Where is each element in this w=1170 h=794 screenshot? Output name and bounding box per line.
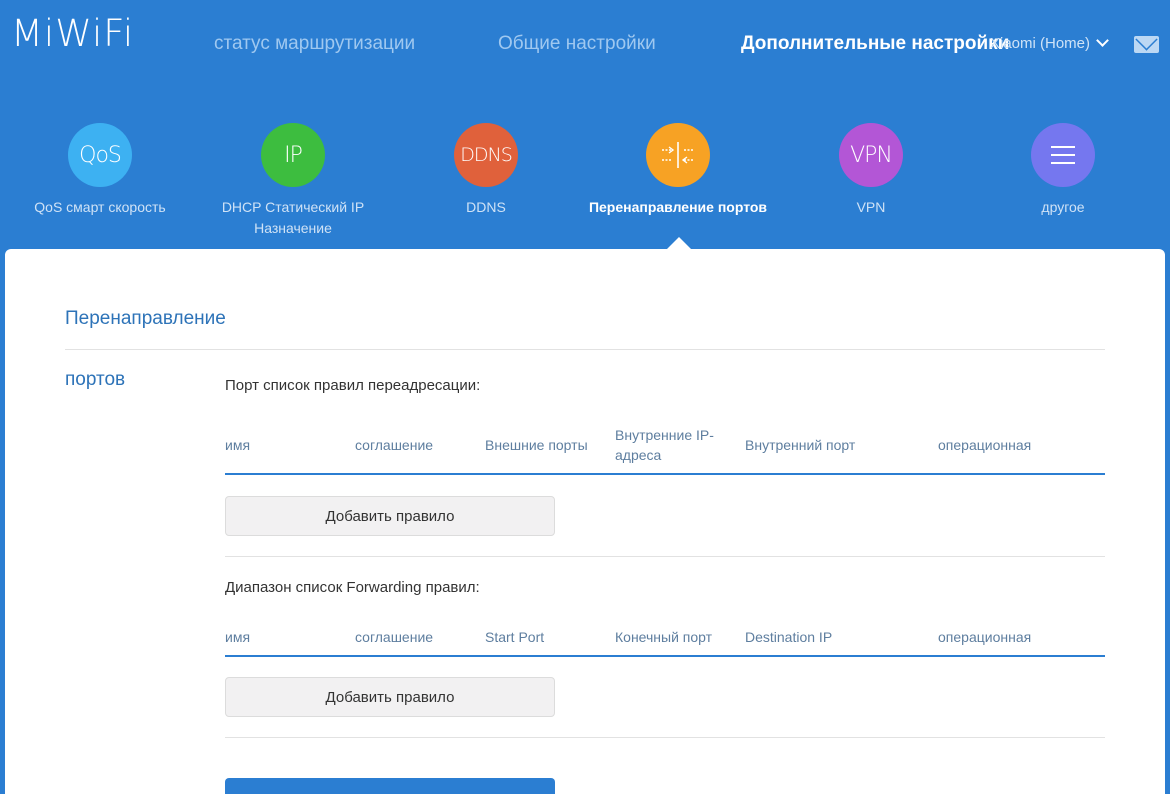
ddns-icon: DDNS <box>454 123 518 187</box>
menu-lines-icon <box>1031 123 1095 187</box>
range-rules-header: имя соглашение Start Port Конечный порт … <box>225 619 1105 657</box>
col-name: имя <box>225 629 251 645</box>
col-operation: операционная <box>938 437 1032 453</box>
add-port-rule-button[interactable]: Добавить правило <box>225 496 555 536</box>
feature-ddns[interactable]: DDNS DDNS <box>391 123 581 218</box>
feature-vpn-label: VPN <box>856 199 886 215</box>
feature-dhcp-label: DHCP Статический IP Назначение <box>221 199 365 236</box>
qos-icon: QoS <box>68 123 132 187</box>
feature-other-label: другое <box>1041 199 1085 215</box>
save-button[interactable] <box>225 778 555 794</box>
port-rules-title: Порт список правил переадресации: <box>225 377 481 394</box>
port-forward-arrows-icon <box>646 123 710 187</box>
divider <box>65 349 1105 350</box>
chevron-down-icon <box>1096 34 1109 47</box>
top-header: MiWiFi статус маршрутизации Общие настро… <box>0 0 1170 90</box>
mail-icon[interactable] <box>1134 36 1159 53</box>
miwifi-logo[interactable]: MiWiFi <box>11 15 134 52</box>
col-operation: операционная <box>938 629 1032 645</box>
col-start-port: Start Port <box>485 629 545 645</box>
ip-icon: IP <box>261 123 325 187</box>
nav-advanced-settings[interactable]: Дополнительные настройки <box>741 33 1009 55</box>
col-end-port: Конечный порт <box>615 629 713 645</box>
feature-other[interactable]: другое <box>968 123 1158 218</box>
col-destination-ip: Destination IP <box>745 629 833 645</box>
port-rules-header: имя соглашение Внешние порты Внутренние … <box>225 419 1105 475</box>
range-rules-title: Диапазон список Forwarding правил: <box>225 579 480 596</box>
nav-router-status[interactable]: статус маршрутизации <box>214 33 415 55</box>
side-title-line-1: Перенаправление <box>65 308 226 329</box>
feature-port-forwarding[interactable]: Перенаправление портов <box>583 123 773 218</box>
nav-general-settings[interactable]: Общие настройки <box>498 33 656 55</box>
router-selector[interactable]: Xiaomi (Home) <box>990 34 1109 52</box>
vpn-icon: VPN <box>839 123 903 187</box>
divider <box>225 737 1105 738</box>
feature-port-forwarding-label: Перенаправление портов <box>588 199 768 215</box>
feature-dhcp-static-ip[interactable]: IP DHCP Статический IP Назначение <box>198 123 388 239</box>
col-protocol: соглашение <box>355 437 434 453</box>
col-name: имя <box>225 437 251 453</box>
feature-vpn[interactable]: VPN VPN <box>776 123 966 218</box>
router-name: Xiaomi (Home) <box>990 35 1091 52</box>
col-internal-ip: Внутренние IP-адреса <box>615 427 714 463</box>
feature-qos[interactable]: QoS QoS смарт скорость <box>5 123 195 218</box>
feature-qos-label: QoS смарт скорость <box>34 199 166 215</box>
col-external-ports: Внешние порты <box>485 437 588 453</box>
feature-ddns-label: DDNS <box>466 199 506 215</box>
col-protocol: соглашение <box>355 629 434 645</box>
side-title-line-2: портов <box>65 369 126 390</box>
divider <box>225 556 1105 557</box>
content-panel: Перенаправление портов Порт список прави… <box>5 249 1165 794</box>
col-internal-port: Внутренний порт <box>745 437 856 453</box>
add-range-rule-button[interactable]: Добавить правило <box>225 677 555 717</box>
